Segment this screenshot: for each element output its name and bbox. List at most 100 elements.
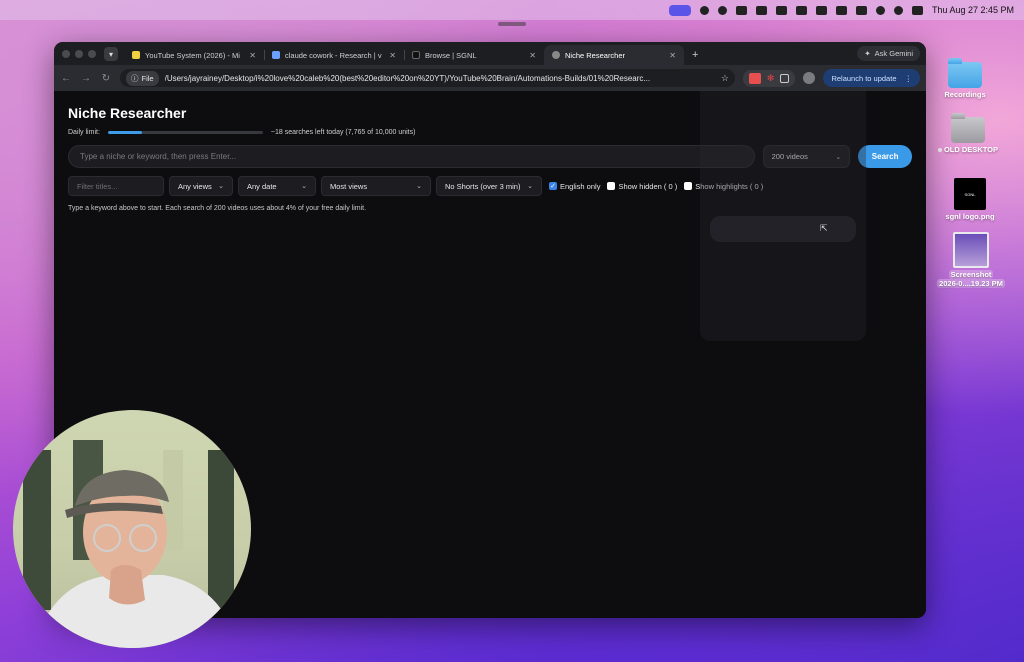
daily-limit-progress-fill (107, 131, 142, 134)
extension-icon[interactable] (748, 72, 761, 84)
tab-youtube-system[interactable]: YouTube System (2026) - Mi ✕ (124, 45, 264, 65)
extensions-puzzle-icon[interactable] (780, 73, 790, 83)
more-menu-icon[interactable]: ⋮ (905, 74, 913, 83)
drive-icon[interactable] (755, 5, 767, 15)
tab-title: Niche Researcher (565, 50, 626, 60)
screen-recorder-icon[interactable] (668, 4, 691, 16)
faded-popup-button (710, 216, 856, 242)
english-only-toggle[interactable]: ✓ English only (549, 182, 600, 191)
macos-menu-bar: Thu Aug 27 2:45 PM (0, 0, 1024, 20)
tab-niche-researcher[interactable]: Niche Researcher ✕ (544, 45, 684, 65)
menu-bar-status-items: Thu Aug 27 2:45 PM (668, 4, 1014, 16)
thumbnail-text: SGNL (964, 191, 976, 197)
forward-arrow-icon[interactable]: → (80, 73, 92, 84)
webcam-overlay (13, 410, 251, 648)
chevron-down-icon: ⌄ (527, 183, 533, 190)
filter-titles-input[interactable] (68, 176, 164, 196)
close-tab-icon[interactable]: ✕ (529, 51, 536, 60)
grammar-icon[interactable] (815, 5, 827, 15)
profile-avatar[interactable] (803, 72, 816, 84)
chevron-down-icon: ⌄ (218, 183, 224, 190)
desktop-item-screenshot[interactable]: Screenshot 2026-0....19.23 PM (931, 232, 1011, 288)
show-hidden-toggle[interactable]: Show hidden ( 0 ) (607, 182, 677, 191)
show-hidden-label: Show hidden ( 0 ) (618, 181, 678, 191)
views-filter-select[interactable]: Any views ⌄ (169, 176, 233, 196)
window-controls (60, 42, 102, 65)
new-tab-icon[interactable]: + (692, 49, 698, 61)
search-button[interactable]: Search (858, 145, 912, 168)
desktop-item-label: OLD DESKTOP (937, 145, 999, 155)
close-tab-icon[interactable]: ✕ (249, 51, 256, 60)
ask-gemini-button[interactable]: ✦ Ask Gemini (857, 46, 920, 61)
control-center-icon[interactable] (911, 5, 923, 15)
file-chip-label: File (141, 73, 154, 83)
tab-title: YouTube System (2026) - Mi (145, 50, 240, 60)
desktop-item-label: Screenshot 2026-0....19.23 PM (937, 270, 1005, 288)
stage-handle (498, 22, 526, 26)
close-tab-icon[interactable]: ✕ (669, 51, 676, 60)
folder-icon (948, 58, 982, 88)
sort-select[interactable]: Most views ⌄ (321, 176, 431, 196)
tab-claude-cowork[interactable]: claude cowork - Research | v ✕ (264, 45, 404, 65)
ask-gemini-label: Ask Gemini (874, 49, 913, 58)
close-tab-icon[interactable]: ✕ (389, 51, 396, 60)
status-icon[interactable] (699, 5, 709, 15)
tab-search-icon[interactable]: ▾ (104, 47, 118, 61)
minimize-window-button[interactable] (75, 49, 83, 58)
desktop-item-old-desktop[interactable]: OLD DESKTOP (928, 113, 1008, 155)
shorts-filter-value: No Shorts (over 3 min) (445, 181, 521, 191)
cloud-icon[interactable] (735, 5, 747, 15)
tab-favicon (412, 51, 420, 59)
relaunch-to-update-button[interactable]: Relaunch to update ⋮ (823, 69, 920, 87)
niche-search-input[interactable] (68, 145, 755, 168)
webcam-person-image (23, 440, 238, 648)
desktop-item-name: OLD DESKTOP (943, 145, 999, 154)
wifi-icon[interactable] (875, 5, 885, 15)
spotlight-search-icon[interactable] (893, 5, 903, 15)
faded-popup-panel (700, 91, 866, 341)
date-filter-value: Any date (247, 181, 277, 191)
screenshot-name-line2: 2026-0....19.23 PM (937, 278, 1005, 288)
screenshot-name-line1: Screenshot (948, 270, 994, 279)
display-icon[interactable] (795, 5, 807, 15)
folder-icon (951, 113, 985, 143)
english-only-checkbox[interactable]: ✓ (549, 182, 557, 190)
show-hidden-checkbox[interactable] (607, 182, 616, 190)
tab-browse-sgnl[interactable]: Browse | SGNL ✕ (404, 45, 544, 65)
show-highlights-checkbox[interactable] (684, 182, 693, 190)
daily-limit-progress-bar (107, 131, 263, 134)
chevron-down-icon: ⌄ (416, 183, 422, 190)
image-thumbnail: SGNL (954, 178, 986, 210)
url-text[interactable]: /Users/jayrainey/Desktop/i%20love%20cale… (165, 74, 715, 83)
mouse-cursor-icon: ⇱ (820, 223, 828, 233)
globe-icon (552, 51, 560, 59)
chevron-down-icon: ⌄ (301, 183, 307, 190)
desktop-item-label: sgnl logo.png (945, 212, 995, 221)
menu-bar-clock[interactable]: Thu Aug 27 2:45 PM (932, 5, 1014, 15)
desktop-item-sgnl-logo[interactable]: SGNL sgnl logo.png (930, 178, 1010, 222)
daily-limit-label: Daily limit: (68, 129, 100, 136)
site-info-chip[interactable]: ⓘ File (126, 70, 159, 86)
tag-dot-icon (937, 148, 942, 153)
sort-value: Most views (330, 181, 368, 191)
extension-block-icon[interactable]: ✻ (767, 73, 775, 84)
bookmark-star-icon[interactable]: ☆ (721, 73, 729, 84)
back-arrow-icon[interactable]: ← (60, 73, 72, 84)
address-bar[interactable]: ⓘ File /Users/jayrainey/Desktop/i%20love… (120, 69, 735, 87)
extensions-area: ✻ (742, 69, 796, 87)
gemini-sparkle-icon: ✦ (864, 49, 871, 58)
cloud-sync-icon[interactable] (775, 5, 787, 15)
volume-icon[interactable] (835, 5, 847, 15)
close-window-button[interactable] (62, 49, 70, 58)
image-thumbnail (953, 232, 989, 268)
reload-icon[interactable]: ↻ (100, 73, 112, 84)
tab-title: claude cowork - Research | v (285, 50, 382, 60)
shorts-filter-select[interactable]: No Shorts (over 3 min) ⌄ (436, 176, 542, 196)
sparkle-icon[interactable] (717, 5, 727, 15)
date-filter-select[interactable]: Any date ⌄ (238, 176, 316, 196)
desktop-item-label: Recordings (944, 90, 986, 99)
desktop-item-recordings[interactable]: Recordings (925, 58, 1005, 100)
zoom-window-button[interactable] (88, 49, 96, 58)
tab-bar: ▾ YouTube System (2026) - Mi ✕ claude co… (54, 42, 926, 65)
battery-icon[interactable] (855, 5, 867, 15)
